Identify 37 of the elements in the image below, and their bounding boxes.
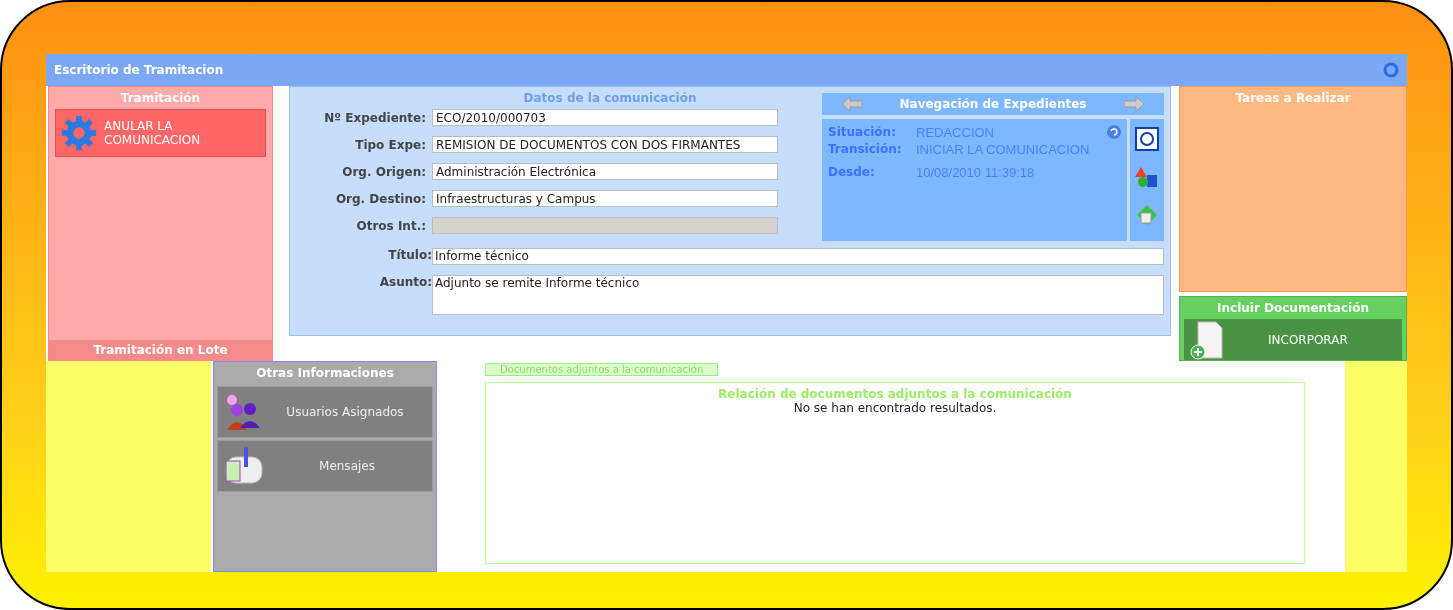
empty-message: No se han encontrado resultados.	[793, 401, 997, 415]
input-field[interactable]: ECO/2010/000703	[432, 109, 778, 126]
gear-icon	[60, 114, 98, 152]
left-arrow-icon[interactable]	[842, 97, 862, 111]
refresh-icon[interactable]	[1383, 62, 1399, 78]
field-label: Tipo Expe:	[354, 137, 427, 152]
undo-icon[interactable]	[1107, 125, 1121, 139]
field-label: Título:	[387, 248, 432, 262]
panel-title: Tareas a Realizar	[1234, 90, 1352, 107]
input-field[interactable]: REMISION DE DOCUMENTOS CON DOS FIRMANTES	[432, 136, 778, 153]
status-value: INICIAR LA COMUNICACION	[916, 142, 1090, 157]
panel-title: Otras Informaciones	[255, 365, 395, 382]
right-arrow-icon[interactable]	[1124, 97, 1144, 111]
status-label: Situación:	[828, 125, 897, 140]
field-label: Otros Int.:	[355, 218, 427, 233]
status-label: Transición:	[828, 142, 903, 157]
input-field[interactable]: Informe técnico	[432, 248, 1164, 265]
panel-heading: Relación de documentos adjuntos a la comunicación	[718, 387, 1072, 401]
status-label: Desde:	[828, 165, 876, 180]
field-label: Org. Destino:	[334, 191, 427, 206]
nav-title: Navegación de Expedientes	[899, 97, 1087, 111]
status-value: 10/08/2010 11:39:18	[916, 165, 1035, 180]
incorporar-button[interactable]: INCORPORAR	[1184, 319, 1402, 360]
status-value: REDACCION	[916, 125, 994, 140]
panel-title: Incluir Documentación	[1216, 300, 1370, 317]
field-label: Asunto:	[378, 275, 432, 289]
field-label: Org. Origen:	[341, 164, 427, 179]
text-area[interactable]: Adjunto se remite Informe técnico	[432, 275, 1164, 315]
panel-title: Tramitación	[119, 90, 202, 107]
window-title: Escritorio de Tramitacion	[54, 63, 224, 77]
field-label: Nº Expediente:	[323, 110, 427, 125]
document-icon[interactable]	[1135, 203, 1159, 227]
input-field[interactable]: Infraestructuras y Campus	[432, 190, 778, 207]
panel-title: Datos de la comunicación	[522, 91, 698, 105]
input-field[interactable]: Administración Electrónica	[432, 163, 778, 180]
shapes-icon[interactable]	[1135, 165, 1159, 189]
mailbox-icon	[222, 445, 266, 487]
